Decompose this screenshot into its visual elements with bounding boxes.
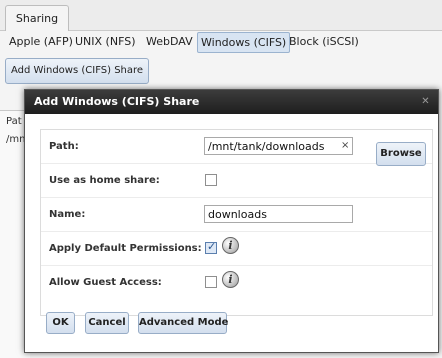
- share-type-tabs: Apple (AFP) UNIX (NFS) WebDAV Windows (C…: [0, 31, 442, 53]
- default-permissions-checkbox[interactable]: ✓: [205, 240, 217, 254]
- tab-sharing[interactable]: Sharing: [5, 5, 69, 31]
- add-cifs-share-dialog: Add Windows (CIFS) Share ✕ Path: × Use a…: [24, 89, 439, 353]
- browse-button[interactable]: Browse: [376, 142, 426, 166]
- tab-block-iscsi[interactable]: Block (iSCSI): [289, 35, 359, 48]
- tab-unix-nfs[interactable]: UNIX (NFS): [75, 35, 135, 48]
- clear-path-icon[interactable]: ×: [341, 141, 349, 151]
- home-share-row: Use as home share:: [41, 163, 432, 197]
- share-form: Path: × Use as home share: Name: Apply D…: [40, 129, 433, 316]
- list-header-fragment: Pat: [6, 116, 22, 127]
- guest-access-row: Allow Guest Access: i: [41, 265, 432, 299]
- top-tab-bar: Sharing: [0, 0, 442, 31]
- path-input[interactable]: [204, 137, 353, 155]
- close-icon[interactable]: ✕: [420, 96, 431, 107]
- default-permissions-label: Apply Default Permissions:: [49, 243, 202, 254]
- cancel-button[interactable]: Cancel: [85, 312, 129, 334]
- name-label: Name:: [49, 209, 86, 220]
- path-row: Path: ×: [41, 130, 432, 163]
- path-label: Path:: [49, 141, 79, 152]
- name-input[interactable]: [204, 205, 353, 223]
- guest-access-checkbox[interactable]: [205, 276, 217, 288]
- name-row: Name:: [41, 197, 432, 231]
- default-permissions-row: Apply Default Permissions: ✓ i: [41, 231, 432, 265]
- tab-apple-afp[interactable]: Apple (AFP): [9, 35, 73, 48]
- tab-webdav[interactable]: WebDAV: [146, 35, 193, 48]
- ok-button[interactable]: OK: [46, 312, 75, 334]
- info-icon[interactable]: i: [222, 237, 239, 254]
- home-share-checkbox[interactable]: [205, 174, 217, 186]
- check-mark-icon: ✓: [207, 240, 217, 253]
- advanced-mode-button[interactable]: Advanced Mode: [138, 312, 228, 334]
- add-cifs-share-button[interactable]: Add Windows (CIFS) Share: [5, 58, 150, 84]
- list-row-fragment: /mn: [6, 134, 26, 145]
- dialog-title: Add Windows (CIFS) Share: [25, 90, 438, 114]
- tab-windows-cifs[interactable]: Windows (CIFS): [197, 32, 291, 53]
- home-share-label: Use as home share:: [49, 175, 160, 186]
- guest-access-label: Allow Guest Access:: [49, 277, 162, 288]
- info-icon[interactable]: i: [222, 271, 239, 288]
